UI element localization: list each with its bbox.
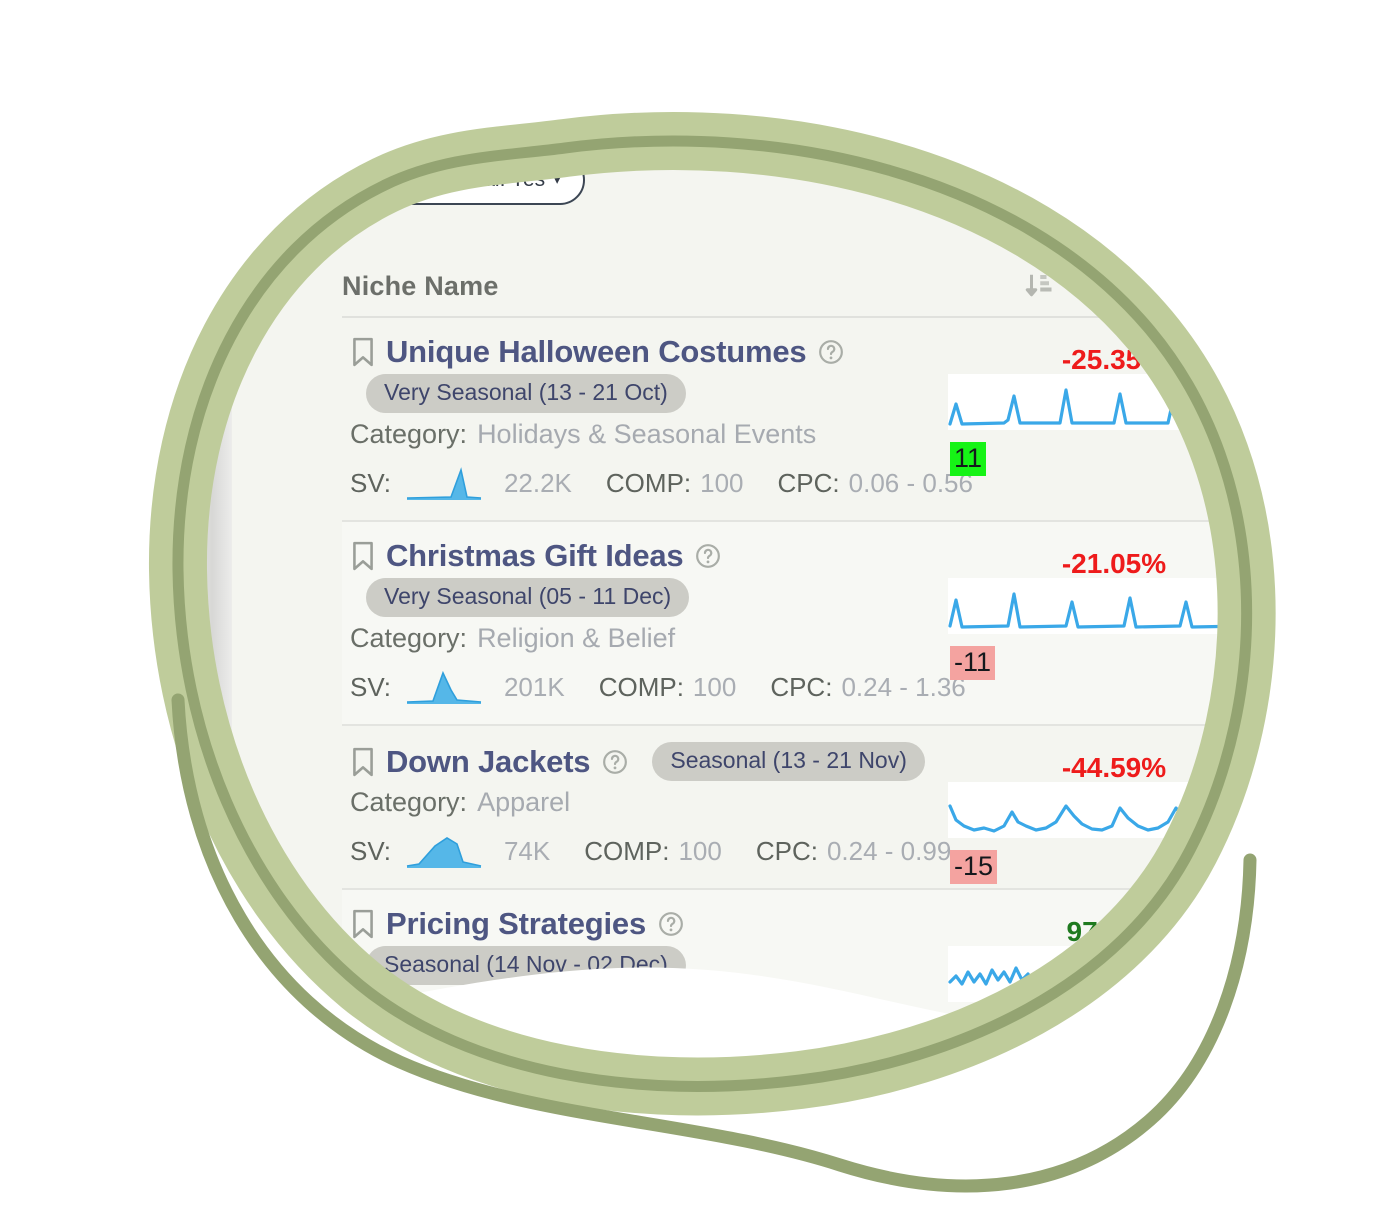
trend-cell: -21.05% -11 [948, 548, 1268, 698]
table-row[interactable]: Down Jackets Seasonal (13 - 21 Nov) Catego… [342, 726, 1268, 890]
category-label: Category: [350, 623, 468, 653]
help-icon[interactable] [695, 543, 721, 569]
cpc-label: CPC: [755, 835, 818, 866]
sv-value: 74K [503, 835, 551, 866]
bookmark-icon[interactable] [350, 541, 376, 571]
trend-percent: -21.05% [1061, 548, 1167, 579]
niche-title[interactable]: Down Jackets [386, 744, 591, 780]
trend-percent: -44.59% [1061, 752, 1167, 783]
comp-value: 100 [678, 835, 722, 866]
trend-cell: 97.67% 20 [948, 916, 1268, 1066]
comp-label: COMP: [584, 1039, 670, 1070]
chevron-down-icon: ▾ [553, 171, 562, 188]
cpc-label: CPC: [726, 1039, 790, 1070]
comp-value: 100 [692, 671, 737, 702]
filter-pill-dark[interactable] [278, 156, 370, 204]
table-row[interactable]: Unique Halloween Costumes Very Seasonal (… [342, 318, 1268, 522]
category-value: Religion & Belief [477, 623, 676, 653]
trend-score-badge: -11 [950, 646, 996, 681]
help-icon[interactable] [818, 339, 844, 365]
trend-score-badge: -15 [950, 850, 998, 885]
trend-sparkline [948, 960, 1248, 986]
help-icon[interactable] [658, 911, 684, 937]
trend-percent: 97.67% [1066, 916, 1162, 947]
sv-label: SV: [350, 835, 391, 866]
comp-value: 100 [700, 467, 744, 498]
niche-title[interactable]: Unique Halloween Costumes [386, 334, 807, 370]
trend-cell: -25.35% 11 [948, 344, 1268, 494]
sv-sparkline [406, 1042, 482, 1072]
seasonality-tag: Very Seasonal (13 - 21 Oct) [366, 374, 686, 413]
sv-sparkline [406, 670, 482, 704]
sort-descending-icon[interactable] [1024, 271, 1054, 301]
trend-sparkline [948, 592, 1248, 629]
trend-score-badge: 20 [950, 1014, 989, 1049]
cpc-label: CPC: [777, 467, 840, 498]
screenshot-stage: BETA Seasonal: Yes ▾ Niche Name 5 Year T… [0, 0, 1400, 1227]
sv-label: SV: [350, 467, 391, 498]
trend-cell: -44.59% -15 [948, 752, 1268, 902]
seasonal-filter-dropdown[interactable]: Seasonal: Yes ▾ [388, 155, 586, 205]
cpc-value: 0.18 - 4.11 [798, 1039, 921, 1070]
main-content: Seasonal: Yes ▾ Niche Name 5 Year Tren U… [232, 128, 1268, 1208]
seasonality-tag: Seasonal (14 Nov - 02 Dec) [366, 946, 686, 985]
trend-cell: 18.97% 10 [948, 1100, 1268, 1208]
comp-value: 6 [678, 1039, 693, 1070]
seasonality-tag: Seasonal (13 - 21 Nov) [652, 742, 925, 781]
category-value: Apparel [477, 787, 571, 817]
trend-score-badge: 11 [950, 442, 987, 477]
trend-sparkline [948, 388, 1248, 426]
trend-percent: -25.35% [1061, 344, 1167, 375]
category-label: Category: [350, 991, 468, 1021]
trend-sparkline [948, 804, 1248, 833]
sv-value: 22.2K [503, 467, 572, 498]
panel-divider-shadow [196, 128, 232, 1208]
sv-value: 201K [503, 671, 565, 702]
niche-title[interactable]: Christmas Gift Ideas [386, 538, 684, 574]
cpc-label: CPC: [770, 671, 833, 702]
column-header-niche-name[interactable]: Niche Name [342, 271, 499, 302]
trend-score-badge: 10 [950, 1198, 989, 1208]
bookmark-icon[interactable] [350, 337, 376, 367]
seasonality-tag: Very Seasonal (05 - 11 Dec) [366, 578, 690, 617]
sv-sparkline [406, 837, 482, 868]
category-value: Holidays & Seasonal Events [477, 419, 817, 449]
category-label: Category: [350, 787, 468, 817]
table-row-partial[interactable]: (22 - 14 Oct) 18.97% 10 [342, 1094, 1268, 1208]
table-row[interactable]: Pricing Strategies Seasonal (14 Nov - 02 … [342, 890, 1268, 1094]
sv-value: 74K [503, 1039, 551, 1070]
niche-table-rows: Unique Halloween Costumes Very Seasonal (… [342, 318, 1268, 1208]
app-window: BETA Seasonal: Yes ▾ Niche Name 5 Year T… [148, 128, 1268, 1208]
left-rail-highlight [148, 658, 196, 858]
cpc-value: 0.24 - 0.99 [826, 835, 952, 866]
seasonal-filter-label: Seasonal: Yes [412, 168, 546, 191]
column-header-5-year-trend[interactable]: 5 Year Tren [1072, 271, 1216, 302]
sv-label: SV: [350, 671, 391, 702]
bookmark-icon[interactable] [350, 747, 376, 777]
category-value: Business & Industrial [477, 991, 730, 1021]
table-row[interactable]: Christmas Gift Ideas Very Seasonal (05 - … [342, 522, 1268, 726]
trend-sparkline [948, 1144, 1248, 1182]
seasonality-tag: (22 - 14 Oct) [642, 1112, 808, 1151]
filter-bar: Seasonal: Yes ▾ [278, 152, 586, 208]
column-header-trend-group: 5 Year Tren [1024, 271, 1216, 302]
bookmark-icon[interactable] [350, 909, 376, 939]
comp-label: COMP: [598, 671, 684, 702]
sv-label: SV: [350, 1039, 391, 1070]
left-rail: BETA [148, 128, 237, 1208]
niche-title[interactable]: Pricing Strategies [386, 906, 646, 942]
comp-label: COMP: [584, 835, 670, 866]
sv-sparkline [406, 467, 482, 500]
comp-label: COMP: [605, 467, 692, 498]
table-header: Niche Name 5 Year Tren [232, 256, 1268, 316]
category-label: Category: [350, 419, 468, 449]
help-icon[interactable] [602, 749, 628, 775]
trend-percent: 18.97% [1066, 1100, 1162, 1131]
